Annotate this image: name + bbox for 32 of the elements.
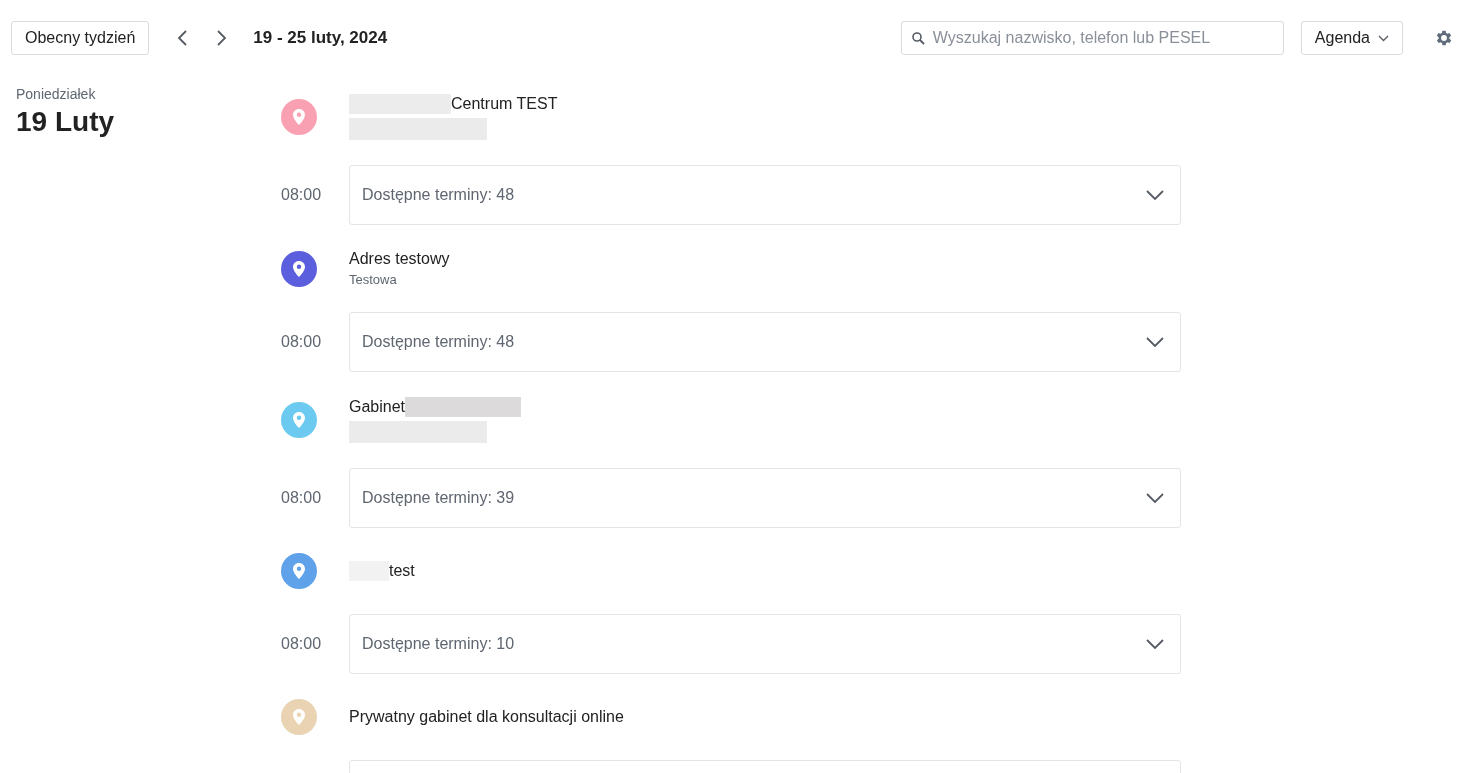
weekday-label: Poniedziałek: [16, 86, 97, 102]
slot-card[interactable]: Dostępne terminy: 48: [349, 312, 1181, 372]
available-slots-label: Dostępne terminy: 39: [362, 489, 515, 507]
location-name: Prywatny gabinet dla konsultacji online: [349, 708, 624, 726]
slot-card[interactable]: Dostępne terminy: 48: [349, 165, 1181, 225]
view-dropdown[interactable]: Agenda: [1300, 21, 1403, 55]
available-slots-label: Dostępne terminy: 10: [362, 635, 515, 653]
slot-time: 08:00: [281, 635, 323, 653]
slot-card[interactable]: Dostępne terminy: 10: [349, 614, 1181, 674]
available-slots-label: Dostępne terminy: 48: [362, 186, 515, 204]
slot-card[interactable]: Dostępne terminy: 39: [349, 468, 1181, 528]
chevron-down-icon: [1146, 337, 1164, 347]
available-slots-label: Dostępne terminy: 48: [362, 333, 515, 351]
chevron-left-icon: [177, 29, 190, 47]
location-name: test: [389, 562, 415, 580]
current-week-button[interactable]: Obecny tydzień: [11, 21, 150, 55]
search-field[interactable]: Wyszukaj nazwisko, telefon lub PESEL: [900, 21, 1284, 55]
chevron-down-icon: [1146, 190, 1164, 200]
location-name: Adres testowy: [349, 250, 450, 268]
chevron-down-icon: [1146, 493, 1164, 503]
location-address: Testowa: [349, 272, 398, 287]
settings-icon[interactable]: [1434, 28, 1454, 48]
caret-icon: [1378, 34, 1389, 42]
slot-time: 08:00: [281, 333, 323, 351]
chevron-down-icon: [1146, 639, 1164, 649]
chevron-right-icon: [215, 29, 228, 47]
day-date: 19 Luty: [16, 106, 116, 138]
location-name: Centrum TEST: [451, 95, 558, 113]
location-name: Gabinet: [349, 398, 406, 416]
slot-time: 08:00: [281, 489, 323, 507]
slot-time: 08:00: [281, 186, 323, 204]
date-range: 19 - 25 luty, 2024: [253, 28, 388, 48]
